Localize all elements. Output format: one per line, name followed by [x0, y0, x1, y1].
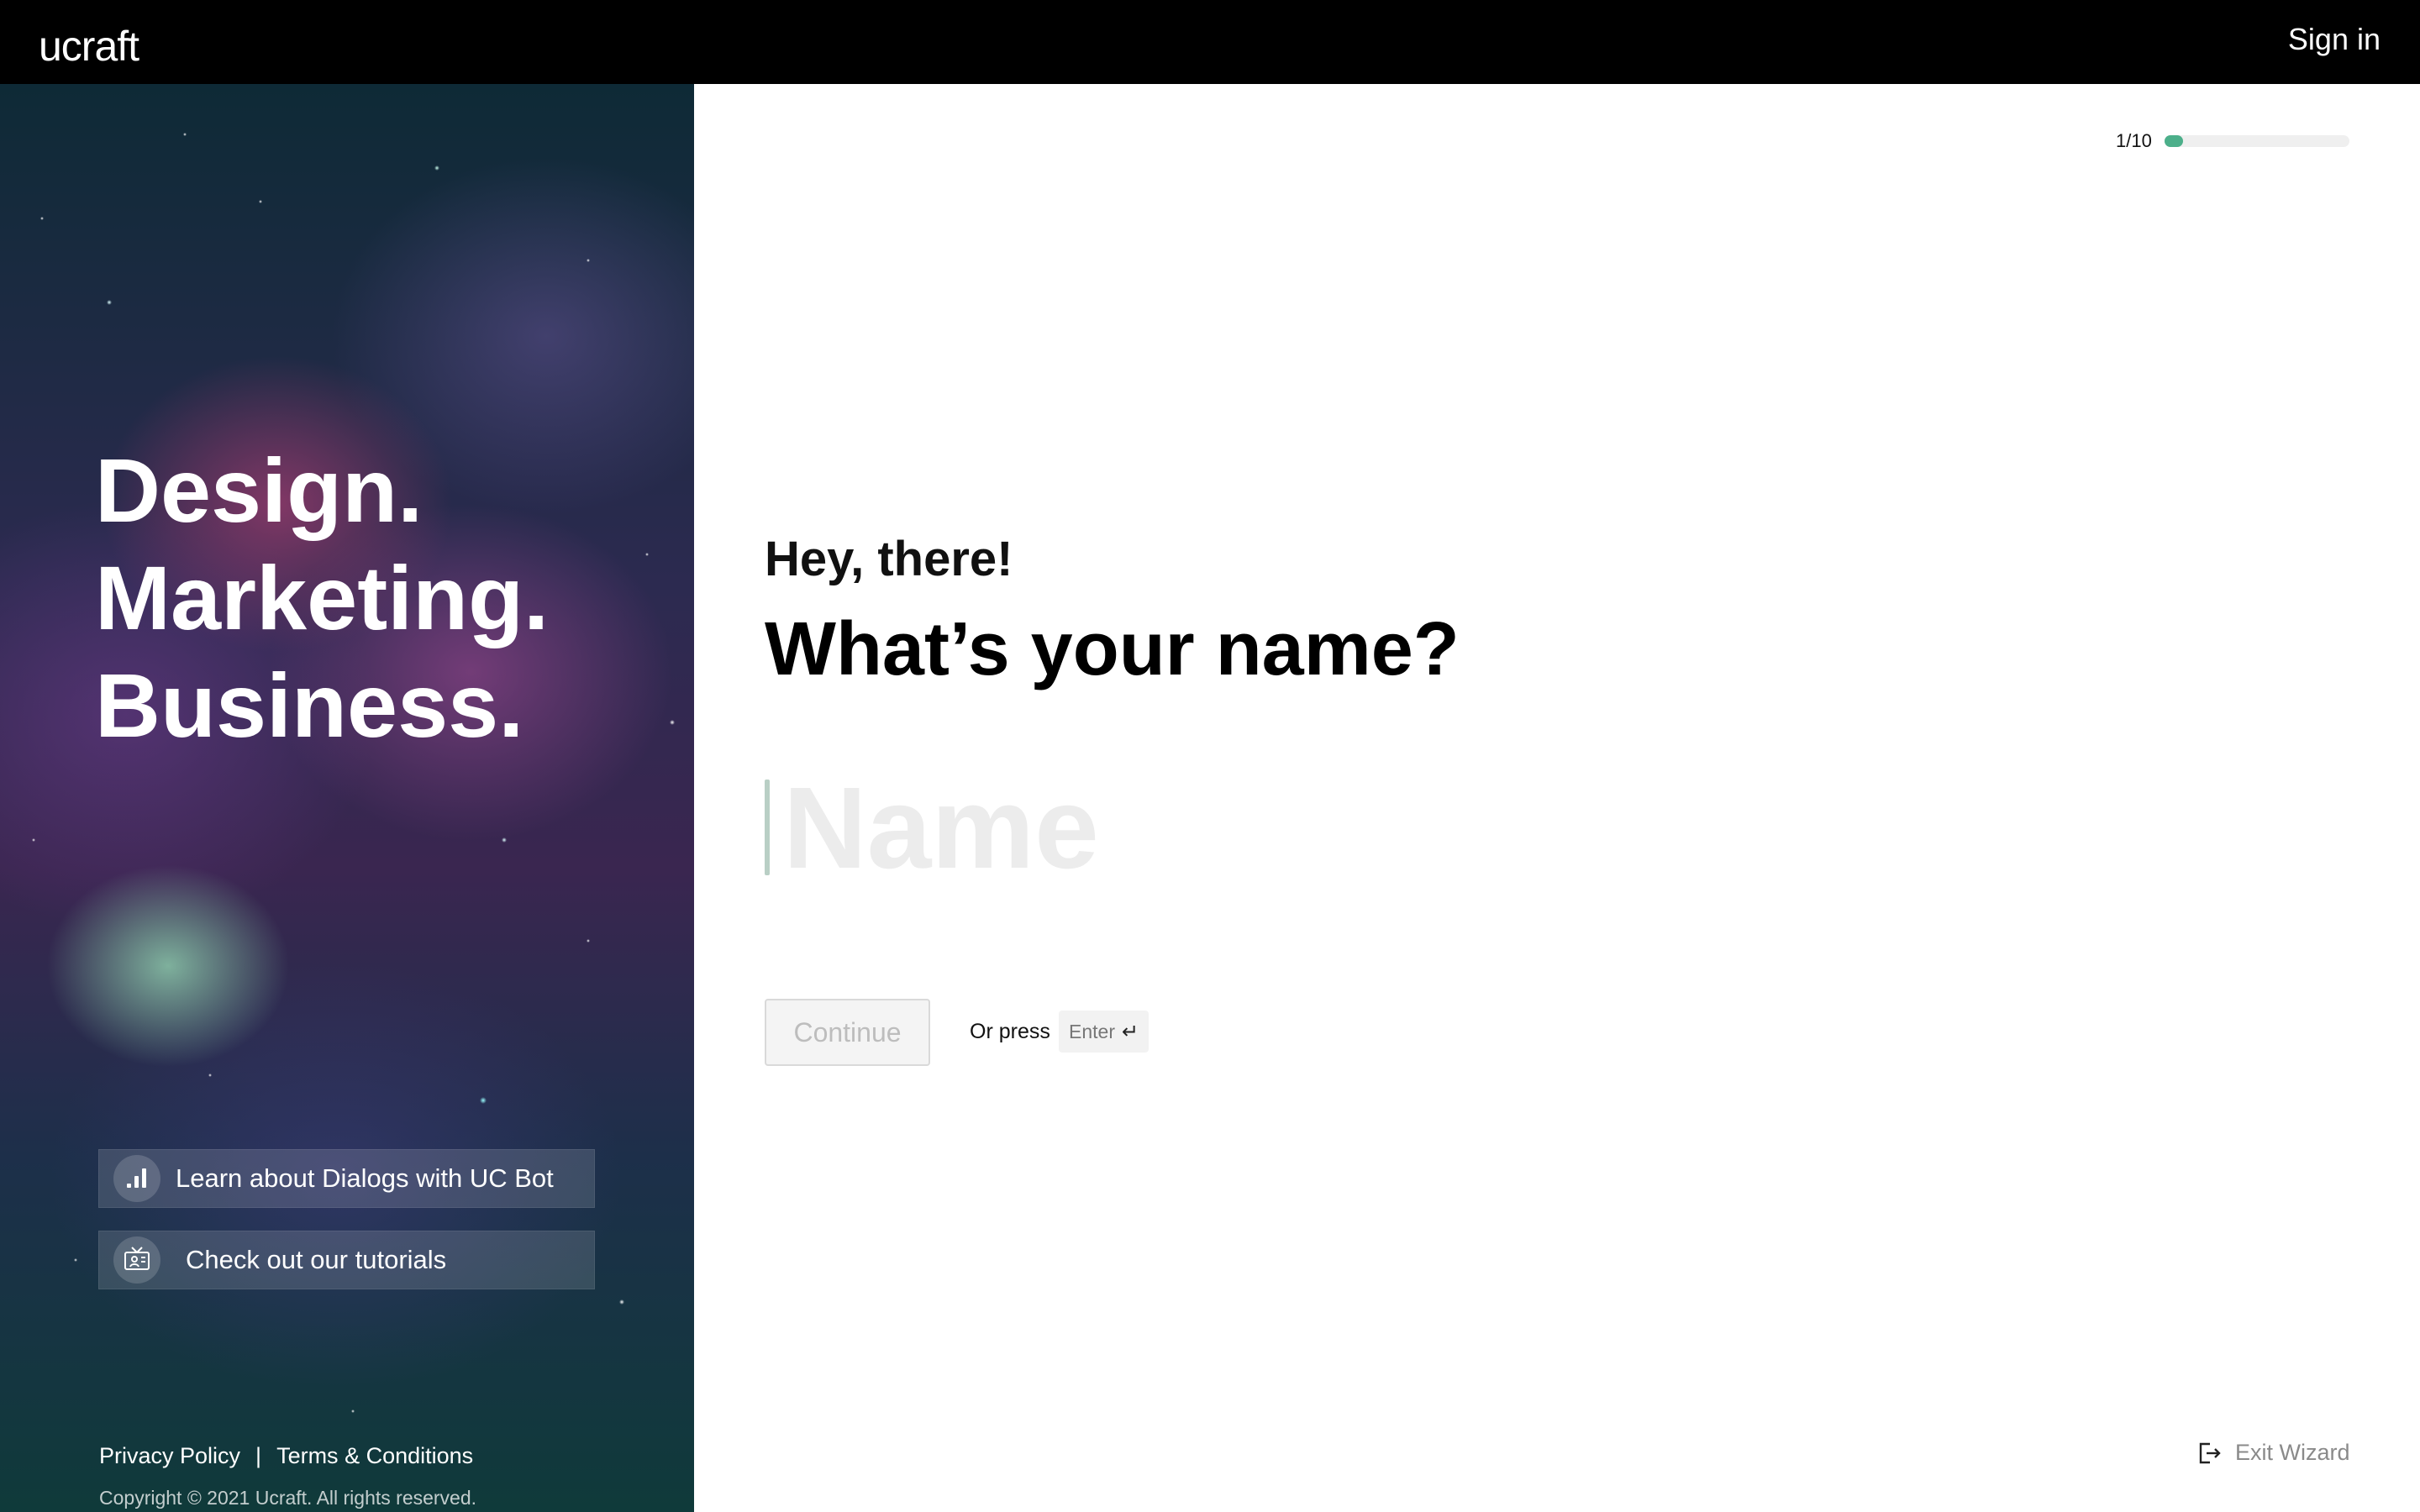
- page-title: What’s your name?: [765, 607, 1460, 691]
- enter-key-hint: Enter ↵: [1059, 1011, 1150, 1053]
- terms-link[interactable]: Terms & Conditions: [276, 1443, 473, 1469]
- continue-button[interactable]: Continue: [765, 999, 930, 1066]
- tagline-line-design: Design.: [95, 439, 424, 541]
- progress-bar: [2165, 135, 2349, 147]
- exit-wizard-label: Exit Wizard: [2235, 1440, 2350, 1465]
- greeting: Hey, there!: [765, 532, 1013, 586]
- top-bar: ucraft Sign in: [0, 0, 2420, 84]
- tv-tutorial-icon: [113, 1236, 160, 1284]
- learn-uc-bot-button[interactable]: Learn about Dialogs with UC Bot: [98, 1149, 595, 1208]
- tagline: Design. Marketing. Business.: [95, 437, 549, 759]
- nebula-background: [0, 84, 694, 1512]
- learn-uc-bot-label: Learn about Dialogs with UC Bot: [176, 1163, 554, 1193]
- privacy-policy-link[interactable]: Privacy Policy: [99, 1443, 240, 1469]
- sidebar-panel: Design. Marketing. Business. Learn about…: [0, 84, 694, 1512]
- tutorials-label: Check out our tutorials: [186, 1245, 447, 1274]
- or-press-text: Or press: [970, 1020, 1050, 1043]
- tutorials-button[interactable]: Check out our tutorials: [98, 1231, 595, 1289]
- tagline-line-marketing: Marketing.: [95, 547, 550, 648]
- progress-fill: [2165, 135, 2183, 147]
- enter-arrow-icon: ↵: [1121, 1020, 1139, 1043]
- enter-key-label: Enter: [1069, 1020, 1115, 1042]
- ucraft-logo[interactable]: ucraft: [39, 22, 139, 71]
- progress-label: 1/10: [2116, 130, 2152, 151]
- bot-bars-icon: [113, 1155, 160, 1202]
- tagline-line-business: Business.: [95, 654, 524, 756]
- sign-in-link[interactable]: Sign in: [2288, 22, 2381, 57]
- copyright-text: Copyright © 2021 Ucraft. All rights rese…: [99, 1487, 477, 1509]
- exit-wizard-button[interactable]: Exit Wizard: [2196, 1440, 2350, 1466]
- name-input[interactable]: [783, 761, 1791, 895]
- footer-separator: |: [255, 1443, 262, 1468]
- footer-links: Privacy Policy | Terms & Conditions: [99, 1443, 473, 1469]
- text-cursor: [765, 780, 770, 875]
- exit-icon: [2199, 1442, 2221, 1463]
